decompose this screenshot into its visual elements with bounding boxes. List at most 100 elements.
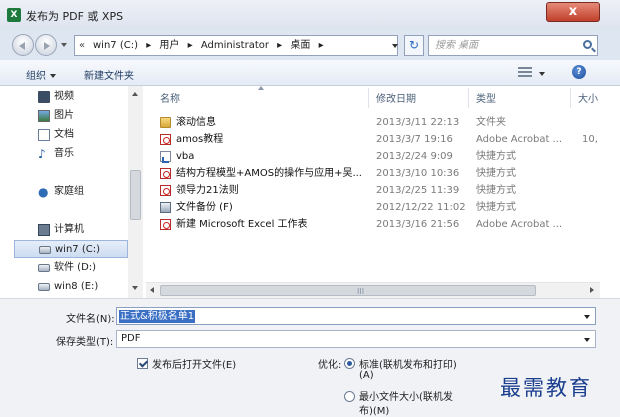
folder-icon <box>160 117 171 128</box>
command-toolbar: 组织 新建文件夹 ? <box>0 60 620 86</box>
breadcrumb-separator-icon[interactable]: ▸ <box>188 40 193 51</box>
optimize-label: 优化: <box>318 360 342 371</box>
file-row[interactable]: 领导力21法则 2013/2/25 11:39 快捷方式 <box>156 182 600 199</box>
file-row[interactable]: 文件备份 (F) 2012/12/22 11:02 快捷方式 <box>156 199 600 216</box>
back-button[interactable] <box>12 34 34 56</box>
file-type: 快捷方式 <box>476 202 516 213</box>
nav-item-label: 软件 (D:) <box>54 262 97 273</box>
nav-item-drive-e[interactable]: win8 (E:) <box>14 278 128 296</box>
file-row[interactable]: vba 2013/2/24 9:09 快捷方式 <box>156 148 600 165</box>
file-row[interactable]: 新建 Microsoft Excel 工作表 2013/3/16 21:56 A… <box>156 216 600 233</box>
file-type: 文件夹 <box>476 117 506 128</box>
file-type: 快捷方式 <box>476 168 516 179</box>
file-type: Adobe Acrobat ... <box>476 134 563 145</box>
address-overflow-chevron[interactable]: « <box>79 36 85 55</box>
file-name: vba <box>176 151 195 162</box>
file-row[interactable]: 滚动信息 2013/3/11 22:13 文件夹 <box>156 114 600 131</box>
nav-item-computer[interactable]: 计算机 <box>14 221 128 239</box>
new-folder-button[interactable]: 新建文件夹 <box>84 67 134 82</box>
chevron-down-icon[interactable] <box>584 315 590 319</box>
breadcrumb-drive[interactable]: win7 (C:) <box>93 40 138 51</box>
filename-label: 文件名(N): <box>66 314 115 325</box>
file-list-horizontal-scrollbar[interactable]: III <box>146 282 600 298</box>
chevron-down-icon[interactable] <box>584 338 590 342</box>
address-bar[interactable]: « win7 (C:) ▸ 用户 ▸ Administrator ▸ 桌面 ▸ <box>74 35 398 56</box>
navigation-pane: 视频 图片 文档 ♪ 音乐 ● 家庭组 计算机 win7 (C:) 软件 (D:… <box>0 86 143 298</box>
column-header-type[interactable]: 类型 <box>476 90 496 105</box>
view-dropdown-icon[interactable] <box>539 72 545 76</box>
refresh-button[interactable]: ↻ <box>404 35 424 56</box>
scroll-thumb[interactable]: III <box>160 285 536 296</box>
open-after-publish-label[interactable]: 发布后打开文件(E) <box>152 356 236 371</box>
filename-field[interactable]: 正式&积极名单1 <box>116 307 596 325</box>
column-divider[interactable] <box>570 88 571 108</box>
optimize-minimum-label-2[interactable]: 布)(M) <box>359 402 389 417</box>
homegroup-icon: ● <box>38 185 49 199</box>
nav-item-music[interactable]: ♪ 音乐 <box>14 145 128 163</box>
column-header-size[interactable]: 大小 <box>578 90 598 105</box>
breadcrumb-separator-icon[interactable]: ▸ <box>319 40 324 51</box>
file-name: 结构方程模型+AMOS的操作与应用+吴... <box>176 168 362 179</box>
optimize-standard-label-2[interactable]: (A) <box>359 370 374 381</box>
search-placeholder: 搜索 桌面 <box>435 40 479 51</box>
breadcrumb-administrator[interactable]: Administrator <box>201 40 269 51</box>
music-icon: ♪ <box>38 147 46 161</box>
nav-item-videos[interactable]: 视频 <box>14 88 128 106</box>
file-date: 2013/3/11 22:13 <box>376 117 460 128</box>
savetype-select[interactable]: PDF <box>116 330 596 348</box>
column-header-date[interactable]: 修改日期 <box>376 90 416 105</box>
forward-button[interactable] <box>35 34 57 56</box>
nav-item-drive-d[interactable]: 软件 (D:) <box>14 259 128 277</box>
help-icon[interactable]: ? <box>572 65 586 79</box>
nav-item-drive-c[interactable]: win7 (C:) <box>14 240 128 258</box>
breadcrumb-separator-icon[interactable]: ▸ <box>146 40 151 51</box>
search-input[interactable]: 搜索 桌面 <box>428 35 598 56</box>
excel-app-icon: X <box>7 8 21 22</box>
column-divider[interactable] <box>468 88 469 108</box>
shortcut-icon <box>160 151 171 163</box>
file-row[interactable]: 结构方程模型+AMOS的操作与应用+吴... 2013/3/10 10:36 快… <box>156 165 600 182</box>
nav-item-documents[interactable]: 文档 <box>14 126 128 144</box>
breadcrumb-separator-icon[interactable]: ▸ <box>277 40 282 51</box>
caret-down-icon <box>50 74 56 78</box>
organize-label: 组织 <box>26 71 46 82</box>
savetype-value: PDF <box>121 333 141 344</box>
file-row[interactable]: amos教程 2013/3/7 19:16 Adobe Acrobat ... … <box>156 131 600 148</box>
scroll-thumb[interactable] <box>130 170 141 220</box>
scroll-up-icon[interactable] <box>132 92 138 96</box>
computer-icon <box>38 224 50 236</box>
title-bar: X 发布为 PDF 或 XPS x <box>0 0 620 30</box>
organize-menu-button[interactable]: 组织 <box>26 67 56 82</box>
breadcrumb-desktop[interactable]: 桌面 <box>290 40 310 51</box>
nav-vertical-scrollbar[interactable] <box>128 86 143 298</box>
nav-item-label: 音乐 <box>54 148 74 159</box>
scroll-down-icon[interactable] <box>132 286 138 290</box>
column-divider[interactable] <box>368 88 369 108</box>
video-icon <box>38 91 50 103</box>
scroll-right-icon[interactable] <box>590 287 594 293</box>
file-type: 快捷方式 <box>476 151 516 162</box>
breadcrumb-users[interactable]: 用户 <box>159 40 179 51</box>
optimize-minimum-label[interactable]: 最小文件大小(联机发 <box>359 388 453 403</box>
publish-pdf-xps-dialog: X 发布为 PDF 或 XPS x « win7 (C:) ▸ 用户 ▸ Adm… <box>0 0 620 417</box>
drive-icon <box>38 264 50 272</box>
view-options-icon[interactable] <box>518 67 532 78</box>
search-icon[interactable] <box>583 40 592 49</box>
window-title: 发布为 PDF 或 XPS <box>26 10 124 23</box>
file-name: 领导力21法则 <box>176 185 239 196</box>
nav-item-pictures[interactable]: 图片 <box>14 107 128 125</box>
filename-value: 正式&积极名单1 <box>119 310 196 323</box>
optimize-standard-radio[interactable] <box>344 358 355 369</box>
open-after-publish-checkbox[interactable] <box>137 358 148 369</box>
scroll-grip-icon: III <box>357 287 365 296</box>
address-dropdown-icon[interactable] <box>392 44 398 48</box>
optimize-minimum-radio[interactable] <box>344 391 355 402</box>
optimize-standard-label[interactable]: 标准(联机发布和打印) <box>359 356 457 371</box>
file-name: amos教程 <box>176 134 224 145</box>
nav-item-homegroup[interactable]: ● 家庭组 <box>14 183 128 201</box>
recent-locations-dropdown[interactable] <box>61 43 67 47</box>
scroll-left-icon[interactable] <box>150 287 154 293</box>
column-header-name[interactable]: 名称 <box>160 90 180 105</box>
close-button[interactable]: x <box>546 2 600 22</box>
file-name: 文件备份 (F) <box>176 202 233 213</box>
